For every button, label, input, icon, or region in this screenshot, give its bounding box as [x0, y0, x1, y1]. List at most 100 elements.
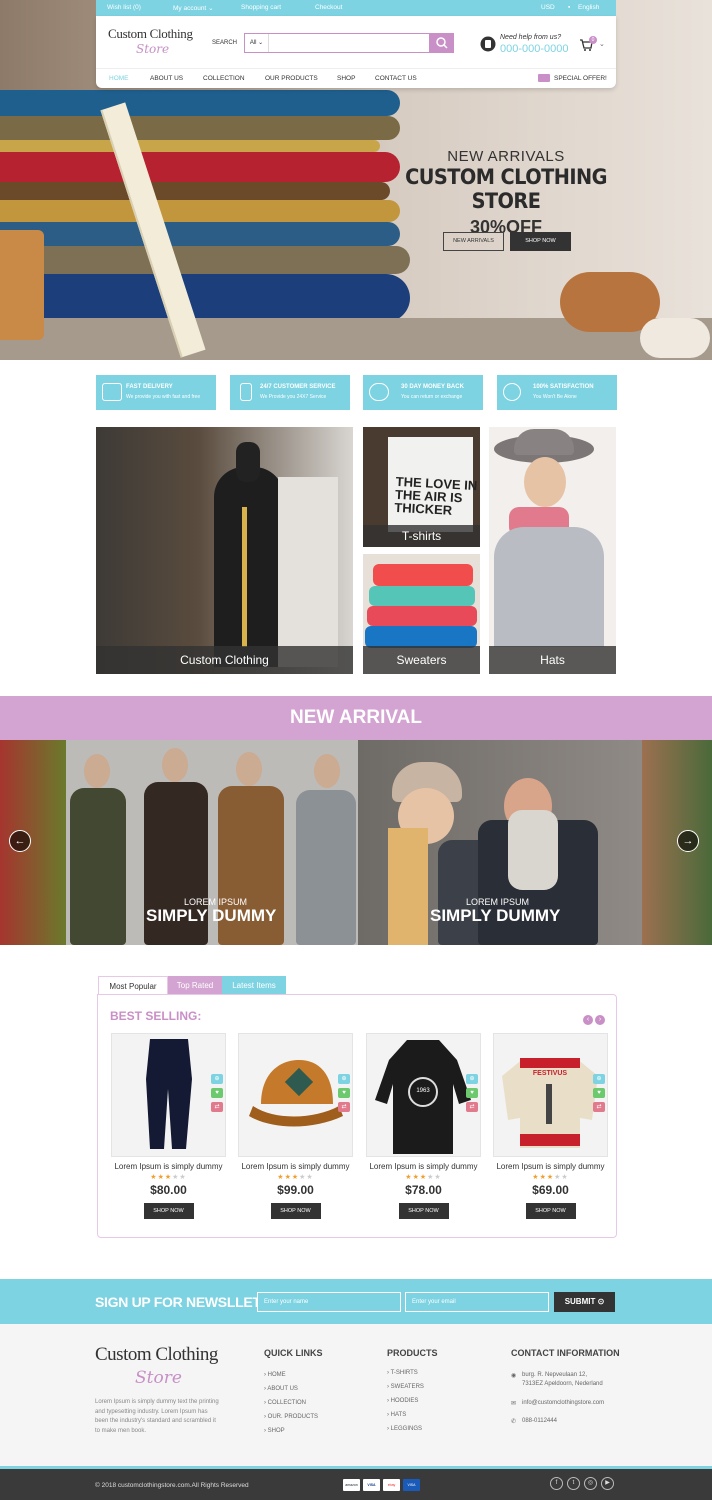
- newsletter-bar: SIGN UP FOR NEWSLLETER Enter your name E…: [0, 1279, 712, 1324]
- account-dropdown[interactable]: My account ⌄: [173, 4, 214, 12]
- youtube-icon[interactable]: ▶: [601, 1477, 614, 1490]
- tab-latest-items[interactable]: Latest Items: [222, 976, 286, 995]
- add-to-cart-icon[interactable]: ⊕: [466, 1074, 478, 1084]
- product-name[interactable]: Lorem Ipsum is simply dummy: [238, 1162, 353, 1171]
- wishlist-heart-icon[interactable]: ♥: [593, 1088, 605, 1098]
- help-phone[interactable]: 000-000-0000: [500, 43, 569, 55]
- language-select[interactable]: English: [578, 4, 599, 11]
- wishlist-link[interactable]: Wish list (0): [107, 4, 141, 11]
- logo-subtitle[interactable]: Store: [136, 42, 169, 56]
- product-image[interactable]: ⊕ ♥ ⇄: [238, 1033, 353, 1157]
- newsletter-submit-button[interactable]: SUBMIT ⊙: [554, 1292, 615, 1312]
- feature-desc: We provide you with fast and free: [126, 394, 201, 400]
- compare-icon[interactable]: ⇄: [593, 1102, 605, 1112]
- nav-contact[interactable]: CONTACT US: [375, 75, 417, 82]
- nav-special-offer[interactable]: SPECIAL OFFER!: [554, 75, 607, 82]
- shop-now-button[interactable]: SHOP NOW: [525, 1203, 576, 1219]
- search-category-select[interactable]: All ⌄: [245, 34, 269, 52]
- search-icon: [436, 37, 448, 49]
- nav-home[interactable]: HOME: [109, 75, 129, 82]
- logo-title[interactable]: Custom Clothing: [108, 26, 193, 42]
- newsletter-name-input[interactable]: Enter your name: [257, 1292, 401, 1312]
- product-name[interactable]: Lorem Ipsum is simply dummy: [493, 1162, 608, 1171]
- category-hats[interactable]: Hats: [489, 427, 616, 674]
- product-card[interactable]: 1963 ⊕ ♥ ⇄ Lorem Ipsum is simply dummy ★…: [366, 1033, 481, 1219]
- slide-winter-couple[interactable]: LOREM IPSUM SIMPLY DUMMY: [358, 740, 642, 945]
- shop-now-button[interactable]: SHOP NOW: [398, 1203, 449, 1219]
- footer-link-hoodies[interactable]: › HOODIES: [387, 1398, 418, 1404]
- product-card[interactable]: FESTIVUS ⊕ ♥ ⇄ Lorem Ipsum is simply dum…: [493, 1033, 608, 1219]
- main-nav: HOME ABOUT US COLLECTION OUR PRODUCTS SH…: [96, 68, 616, 88]
- wishlist-heart-icon[interactable]: ♥: [211, 1088, 223, 1098]
- footer-link-about[interactable]: › ABOUT US: [264, 1386, 298, 1392]
- product-price: $99.00: [277, 1183, 314, 1197]
- newsletter-title: SIGN UP FOR NEWSLLETER: [95, 1294, 280, 1310]
- slider-prev-button[interactable]: ←: [9, 830, 31, 852]
- product-image[interactable]: ⊕ ♥ ⇄: [111, 1033, 226, 1157]
- compare-icon[interactable]: ⇄: [338, 1102, 350, 1112]
- search-button[interactable]: [430, 33, 454, 53]
- compare-icon[interactable]: ⇄: [466, 1102, 478, 1112]
- category-custom-clothing[interactable]: Custom Clothing: [96, 427, 353, 674]
- nav-shop[interactable]: SHOP: [337, 75, 355, 82]
- footer-logo-subtitle[interactable]: Store: [135, 1368, 182, 1388]
- footer-link-tshirts[interactable]: › T-SHIRTS: [387, 1370, 418, 1376]
- category-label: T-shirts: [363, 525, 480, 547]
- nav-collection[interactable]: COLLECTION: [203, 75, 245, 82]
- product-card[interactable]: ⊕ ♥ ⇄ Lorem Ipsum is simply dummy ★★★★★ …: [111, 1033, 226, 1219]
- tab-top-rated[interactable]: Top Rated: [168, 976, 222, 995]
- slide-women-coats[interactable]: LOREM IPSUM SIMPLY DUMMY: [66, 740, 358, 945]
- feature-title: 30 DAY MONEY BACK: [401, 384, 464, 390]
- category-sweaters[interactable]: Sweaters: [363, 554, 480, 674]
- shop-now-button[interactable]: SHOP NOW: [143, 1203, 194, 1219]
- slider-next-button[interactable]: →: [677, 830, 699, 852]
- product-name[interactable]: Lorem Ipsum is simply dummy: [111, 1162, 226, 1171]
- product-card[interactable]: ⊕ ♥ ⇄ Lorem Ipsum is simply dummy ★★★★★ …: [238, 1033, 353, 1219]
- contact-phone[interactable]: 088-0112444: [522, 1418, 557, 1424]
- wishlist-heart-icon[interactable]: ♥: [466, 1088, 478, 1098]
- feature-title: 24/7 CUSTOMER SERVICE: [260, 384, 336, 390]
- shop-now-button[interactable]: SHOP NOW: [270, 1203, 321, 1219]
- shop-now-button[interactable]: SHOP NOW: [510, 232, 571, 251]
- footer-link-shop[interactable]: › SHOP: [264, 1428, 285, 1434]
- product-image[interactable]: 1963 ⊕ ♥ ⇄: [366, 1033, 481, 1157]
- tab-most-popular[interactable]: Most Popular: [98, 976, 168, 995]
- carousel-next-button[interactable]: ›: [595, 1015, 605, 1025]
- footer-link-home[interactable]: › HOME: [264, 1372, 286, 1378]
- add-to-cart-icon[interactable]: ⊕: [593, 1074, 605, 1084]
- product-name[interactable]: Lorem Ipsum is simply dummy: [366, 1162, 481, 1171]
- new-arrivals-button[interactable]: NEW ARRIVALS: [443, 232, 504, 251]
- product-image[interactable]: FESTIVUS ⊕ ♥ ⇄: [493, 1033, 608, 1157]
- add-to-cart-icon[interactable]: ⊕: [338, 1074, 350, 1084]
- cart-link[interactable]: Shopping cart: [241, 4, 281, 11]
- feature-title: 100% SATISFACTION: [533, 384, 594, 390]
- footer-link-sweaters[interactable]: › SWEATERS: [387, 1384, 424, 1390]
- add-to-cart-icon[interactable]: ⊕: [211, 1074, 223, 1084]
- checkout-link[interactable]: Checkout: [315, 4, 342, 11]
- nav-about[interactable]: ABOUT US: [150, 75, 183, 82]
- category-tshirts[interactable]: THE LOVE IN THE AIR IS THICKER T-shirts: [363, 427, 480, 547]
- facebook-icon[interactable]: f: [550, 1477, 563, 1490]
- page: NEW ARRIVALS CUSTOM CLOTHING STORE 30%OF…: [0, 0, 712, 1500]
- footer-link-products[interactable]: › OUR. PRODUCTS: [264, 1414, 318, 1420]
- newsletter-email-input[interactable]: Enter your email: [405, 1292, 549, 1312]
- footer-link-hats[interactable]: › HATS: [387, 1412, 406, 1418]
- cart-count-badge: 0: [589, 36, 597, 44]
- wishlist-heart-icon[interactable]: ♥: [338, 1088, 350, 1098]
- twitter-icon[interactable]: t: [567, 1477, 580, 1490]
- footer-logo-title[interactable]: Custom Clothing: [95, 1344, 218, 1366]
- contact-title: CONTACT INFORMATION: [511, 1348, 620, 1358]
- contact-email[interactable]: info@customclothingstore.com: [522, 1400, 604, 1406]
- nav-products[interactable]: OUR PRODUCTS: [265, 75, 318, 82]
- hero-title: CUSTOM CLOTHING STORE: [405, 165, 607, 213]
- footer-link-collection[interactable]: › COLLECTION: [264, 1400, 306, 1406]
- footer-bottom-bar: © 2018 customclothingstore.com.All Right…: [0, 1466, 712, 1500]
- footer-link-leggings[interactable]: › LEGGINGS: [387, 1426, 422, 1432]
- feature-title: FAST DELIVERY: [126, 384, 173, 390]
- search-input[interactable]: All ⌄: [244, 33, 430, 53]
- compare-icon[interactable]: ⇄: [211, 1102, 223, 1112]
- carousel-prev-button[interactable]: ‹: [583, 1015, 593, 1025]
- instagram-icon[interactable]: ◎: [584, 1477, 597, 1490]
- money-hand-icon: [369, 383, 389, 401]
- currency-select[interactable]: USD: [541, 4, 555, 11]
